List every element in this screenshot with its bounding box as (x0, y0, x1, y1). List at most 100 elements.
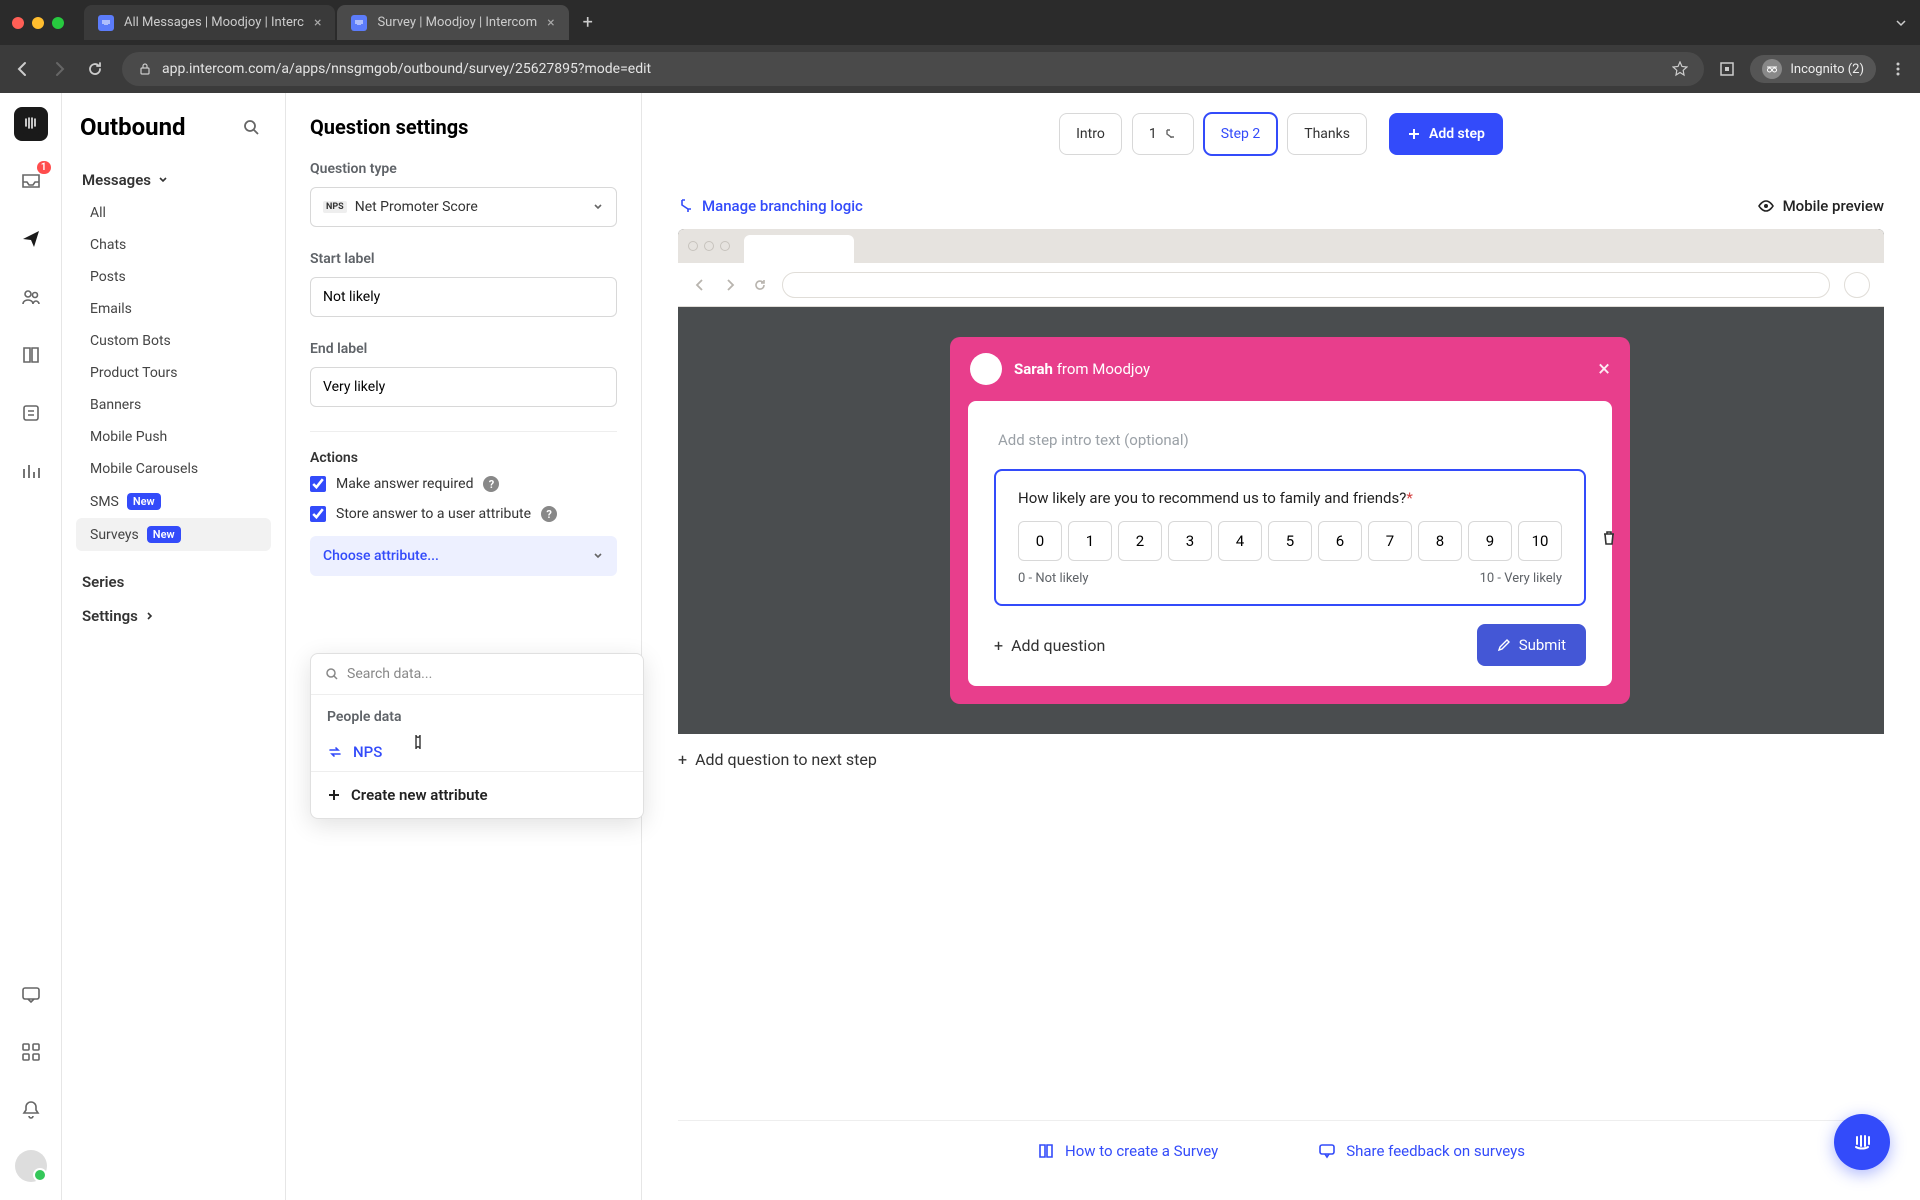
step-intro[interactable]: Intro (1059, 113, 1122, 155)
question-box[interactable]: How likely are you to recommend us to fa… (994, 469, 1586, 606)
nav-item-banners[interactable]: Banners (76, 389, 271, 421)
window-minimize[interactable] (32, 17, 44, 29)
share-feedback-link[interactable]: Share feedback on surveys (1318, 1142, 1525, 1160)
nps-1[interactable]: 1 (1068, 521, 1112, 561)
nav-group-messages[interactable]: Messages (76, 163, 271, 197)
store-attribute-checkbox[interactable]: Store answer to a user attribute ? (310, 506, 617, 522)
nav-item-series[interactable]: Series (76, 565, 271, 599)
question-type-select[interactable]: NPS Net Promoter Score (310, 187, 617, 227)
nps-10[interactable]: 10 (1518, 521, 1562, 561)
rail-operator[interactable] (13, 395, 49, 431)
book-icon (1037, 1142, 1055, 1160)
browser-tab-2[interactable]: Survey | Moodjoy | Intercom × (337, 5, 568, 40)
nav-item-surveys[interactable]: Surveys New (76, 518, 271, 551)
intercom-logo[interactable] (14, 107, 48, 141)
nav-item-settings[interactable]: Settings (76, 599, 271, 633)
nps-2[interactable]: 2 (1118, 521, 1162, 561)
nps-9[interactable]: 9 (1468, 521, 1512, 561)
tab-overflow-icon[interactable] (1894, 16, 1908, 30)
plus-icon: + (994, 636, 1003, 655)
nps-3[interactable]: 3 (1168, 521, 1212, 561)
rail-articles[interactable] (13, 337, 49, 373)
nav-item-custom-bots[interactable]: Custom Bots (76, 325, 271, 357)
nav-label: Emails (90, 301, 132, 317)
step-thanks[interactable]: Thanks (1287, 113, 1367, 155)
nav-item-all[interactable]: All (76, 197, 271, 229)
nps-4[interactable]: 4 (1218, 521, 1262, 561)
rail-messages-icon[interactable] (13, 976, 49, 1012)
intercom-launcher[interactable] (1834, 1114, 1890, 1170)
new-tab-button[interactable]: + (583, 12, 593, 33)
how-to-link[interactable]: How to create a Survey (1037, 1142, 1218, 1160)
add-step-button[interactable]: Add step (1389, 113, 1503, 155)
browser-tab-1[interactable]: All Messages | Moodjoy | Interc × (84, 5, 335, 40)
rail-outbound[interactable] (13, 221, 49, 257)
browser-tab-bar: All Messages | Moodjoy | Interc × Survey… (0, 0, 1920, 45)
incognito-indicator[interactable]: Incognito (2) (1750, 55, 1876, 83)
step-1[interactable]: 1 (1132, 113, 1194, 155)
address-bar[interactable]: app.intercom.com/a/apps/nnsgmgob/outboun… (122, 52, 1704, 86)
incognito-label: Incognito (2) (1790, 62, 1864, 77)
settings-title: Question settings (310, 115, 617, 139)
nps-7[interactable]: 7 (1368, 521, 1412, 561)
manage-branching-link[interactable]: Manage branching logic (678, 197, 863, 215)
make-required-checkbox[interactable]: Make answer required ? (310, 476, 617, 492)
mobile-preview-toggle[interactable]: Mobile preview (1757, 197, 1884, 215)
nps-6[interactable]: 6 (1318, 521, 1362, 561)
bookmark-icon[interactable] (1672, 61, 1688, 77)
nps-5[interactable]: 5 (1268, 521, 1312, 561)
extensions-icon[interactable] (1718, 60, 1736, 78)
nav-item-chats[interactable]: Chats (76, 229, 271, 261)
checkbox-label: Store answer to a user attribute (336, 506, 531, 522)
delete-question-icon[interactable] (1600, 529, 1618, 547)
create-attribute-button[interactable]: Create new attribute (311, 771, 643, 818)
rail-contacts[interactable] (13, 279, 49, 315)
survey-close-icon[interactable]: × (1598, 357, 1610, 382)
rail-reports[interactable] (13, 453, 49, 489)
add-step-label: Add step (1429, 126, 1485, 142)
user-avatar[interactable] (15, 1150, 47, 1182)
help-icon[interactable]: ? (541, 506, 557, 522)
sidebar-search-icon[interactable] (235, 111, 267, 143)
reload-button[interactable] (86, 60, 108, 78)
nav-item-posts[interactable]: Posts (76, 261, 271, 293)
add-question-button[interactable]: + Add question (994, 636, 1105, 655)
help-icon[interactable]: ? (483, 476, 499, 492)
nav-item-sms[interactable]: SMS New (76, 485, 271, 518)
add-question-next-step[interactable]: + Add question to next step (678, 750, 1884, 769)
nav-item-emails[interactable]: Emails (76, 293, 271, 325)
submit-button[interactable]: Submit (1477, 624, 1586, 666)
browser-menu-icon[interactable] (1890, 61, 1906, 77)
rail-inbox[interactable]: 1 (13, 163, 49, 199)
start-label-input[interactable] (310, 277, 617, 317)
end-label-input[interactable] (310, 367, 617, 407)
nav-item-mobile-push[interactable]: Mobile Push (76, 421, 271, 453)
forward-button[interactable] (50, 60, 72, 78)
new-badge: New (127, 493, 161, 510)
rail-notifications-icon[interactable] (13, 1092, 49, 1128)
intro-placeholder[interactable]: Add step intro text (optional) (994, 423, 1586, 469)
intercom-icon (1849, 1129, 1875, 1155)
preview-window-dot (704, 241, 714, 251)
rail-apps-icon[interactable] (13, 1034, 49, 1070)
store-attribute-input[interactable] (310, 506, 326, 522)
tab-close-icon[interactable]: × (547, 15, 554, 31)
back-button[interactable] (14, 60, 36, 78)
make-required-input[interactable] (310, 476, 326, 492)
dropdown-search[interactable]: Search data... (311, 654, 643, 695)
window-maximize[interactable] (52, 17, 64, 29)
nps-8[interactable]: 8 (1418, 521, 1462, 561)
nav-item-product-tours[interactable]: Product Tours (76, 357, 271, 389)
question-text[interactable]: How likely are you to recommend us to fa… (1018, 489, 1562, 507)
window-close[interactable] (12, 17, 24, 29)
tab-close-icon[interactable]: × (314, 15, 321, 31)
nav-item-mobile-carousels[interactable]: Mobile Carousels (76, 453, 271, 485)
step-2[interactable]: Step 2 (1204, 113, 1278, 155)
preview-reload-icon (752, 277, 768, 293)
nps-0[interactable]: 0 (1018, 521, 1062, 561)
cursor-icon (411, 733, 429, 751)
dropdown-option-nps[interactable]: NPS (311, 733, 643, 771)
sender-avatar (970, 353, 1002, 385)
choose-attribute-select[interactable]: Choose attribute... (310, 536, 617, 576)
lock-icon (138, 62, 152, 76)
